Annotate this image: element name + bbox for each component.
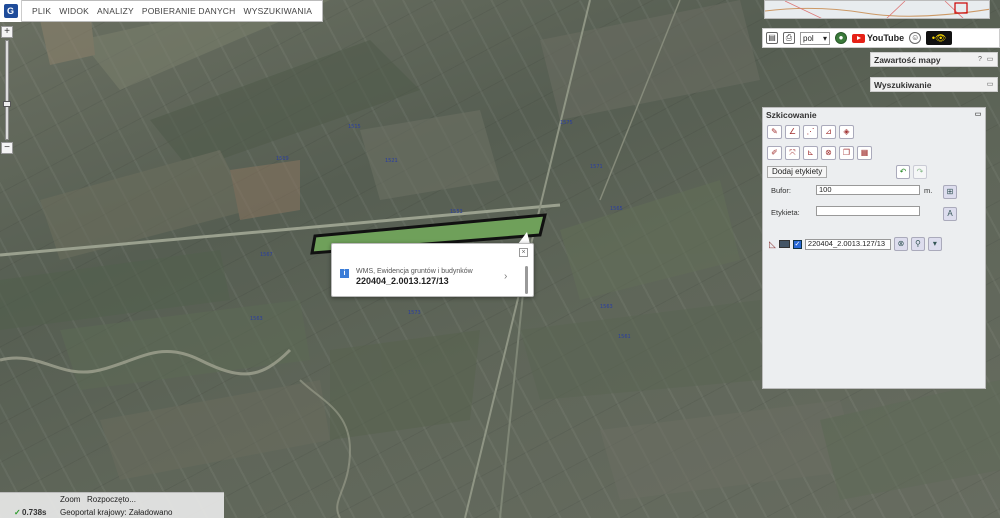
youtube-label: YouTube [867, 33, 905, 43]
add-labels-button[interactable]: Dodaj etykiety [767, 166, 828, 178]
sketch-panel-header: Szkicowanie ▭ [763, 108, 985, 122]
status-zoom: Zoom [60, 495, 81, 504]
status-bar: Zoom Rozpoczęto... ✓ 0.738s Geoportal kr… [0, 492, 224, 518]
buffer-input[interactable]: 100 [816, 185, 920, 195]
overview-map[interactable] [764, 0, 990, 19]
item-zoom-icon[interactable]: ⚲ [910, 237, 925, 251]
zoom-in-icon[interactable]: + [1, 26, 13, 38]
sketch-tools-row-1: ✎ ∠ ⋰ ⊿ ◈ [767, 125, 854, 139]
item-menu-icon[interactable]: ▾ [927, 237, 942, 251]
accessibility-icon[interactable]: ☺ [909, 32, 922, 44]
search-panel-header[interactable]: Wyszukiwanie ▭ [870, 77, 998, 92]
info-icon: i [340, 269, 349, 278]
help-icon[interactable]: ? [976, 56, 984, 64]
draw-polyline-icon[interactable]: ⋰ [803, 125, 818, 139]
main-menu: PLIK WIDOK ANALIZY POBIERANIE DANYCH WYS… [22, 0, 324, 22]
popup-parcel-id: 220404_2.0013.127/13 [356, 276, 449, 286]
geoportal-logo-icon: G [3, 4, 18, 18]
language-value: pol [803, 33, 814, 43]
search-title: Wyszukiwanie [874, 79, 932, 90]
minimize-icon[interactable]: ▭ [974, 111, 982, 119]
label-input[interactable] [816, 206, 920, 216]
buffer-unit: m. [924, 186, 933, 195]
popup-scrollbar[interactable] [525, 266, 528, 294]
sketch-item-name[interactable]: 220404_2.0013.127/13 [804, 238, 891, 250]
zoom-slider-thumb[interactable] [3, 101, 11, 107]
menu-item-wyszukiwania[interactable]: WYSZUKIWANIA [244, 6, 313, 16]
draw-point-icon[interactable]: ✎ [767, 125, 782, 139]
parcel-label: 1521 [385, 158, 398, 164]
move-icon[interactable]: ⤧ [785, 146, 800, 160]
redo-icon[interactable]: ↷ [913, 165, 927, 179]
draw-line-icon[interactable]: ∠ [785, 125, 800, 139]
zoom-control: + − [1, 26, 13, 158]
feature-info-popup: × i WMS, Ewidencja gruntów i budynków 22… [331, 243, 534, 297]
youtube-link[interactable]: YouTube [852, 33, 904, 43]
menu-item-plik[interactable]: PLIK [32, 6, 51, 16]
print-icon[interactable]: ⎙ [783, 32, 795, 44]
measure-icon[interactable]: ⊾ [803, 146, 818, 160]
checkmark-icon: ✓ [14, 508, 21, 517]
minimize-icon[interactable]: ▭ [986, 56, 994, 64]
youtube-icon [852, 33, 865, 43]
apply-label-icon[interactable]: A [943, 207, 957, 221]
menu-item-analizy[interactable]: ANALIZY [97, 6, 134, 16]
status-source: Geoportal krajowy: Załadowano [60, 508, 173, 517]
buffer-label: Bufor: [771, 186, 792, 195]
edit-icon[interactable]: ✐ [767, 146, 782, 160]
app-logo[interactable]: G [0, 0, 22, 22]
status-loading: Rozpoczęto... [87, 495, 136, 504]
paste-icon[interactable]: ▦ [857, 146, 872, 160]
map-contents-title: Zawartość mapy [874, 54, 941, 65]
draw-polygon-icon[interactable]: ⊿ [821, 125, 836, 139]
label-label: Etykieta: [771, 208, 800, 217]
undo-icon[interactable]: ↶ [896, 165, 910, 179]
menu-bar: G PLIK WIDOK ANALIZY POBIERANIE DANYCH W… [0, 0, 324, 22]
popup-source: WMS, Ewidencja gruntów i budynków [356, 268, 473, 275]
item-style-icon[interactable]: ⊗ [893, 237, 908, 251]
language-select[interactable]: pol ▾ [800, 31, 830, 45]
draw-shape-icon[interactable]: ◈ [839, 125, 854, 139]
zoom-out-icon[interactable]: − [1, 142, 13, 154]
sketch-panel: Szkicowanie ▭ ✎ ∠ ⋰ ⊿ ◈ ✐ ⤧ ⊾ ⊗ ❐ ▦ Doda… [762, 107, 986, 389]
parcel-label: 1553 [450, 209, 463, 215]
parcel-label: 1563 [600, 304, 613, 310]
parcel-label: 1567 [260, 252, 273, 258]
overview-map-graphic [765, 1, 989, 18]
parcel-label: 1575 [560, 120, 573, 126]
item-checkbox[interactable]: ✓ [792, 239, 802, 249]
status-time: 0.738s [22, 508, 47, 517]
sketch-title: Szkicowanie [766, 110, 817, 120]
parcel-label: 1515 [348, 124, 361, 130]
delete-icon[interactable]: ⊗ [821, 146, 836, 160]
parcel-label: 1563 [250, 316, 263, 322]
document-icon[interactable]: ▤ [766, 32, 778, 44]
globe-icon[interactable]: ● [835, 32, 847, 44]
parcel-label: 1565 [610, 206, 623, 212]
copy-icon[interactable]: ❐ [839, 146, 854, 160]
parcel-label: 1571 [590, 164, 603, 170]
close-icon[interactable]: × [519, 248, 528, 257]
eye-icon[interactable]: •👁 [926, 31, 953, 45]
parcel-label: 1573 [408, 310, 421, 316]
menu-item-widok[interactable]: WIDOK [59, 6, 89, 16]
sketch-tools-row-2: ✐ ⤧ ⊾ ⊗ ❐ ▦ [767, 146, 872, 160]
color-swatch[interactable] [778, 240, 790, 248]
map-contents-panel-header[interactable]: Zawartość mapy ? ▭ [870, 52, 998, 67]
menu-item-pobieranie[interactable]: POBIERANIE DANYCH [142, 6, 236, 16]
buffer-icon[interactable]: ⊞ [943, 185, 957, 199]
chevron-right-icon[interactable]: › [504, 271, 507, 282]
parcel-label: 1519 [276, 156, 289, 162]
chevron-down-icon: ▾ [822, 33, 827, 43]
zoom-slider[interactable] [3, 40, 11, 140]
top-toolbar: ▤ ⎙ pol ▾ ● YouTube ☺ •👁 [762, 28, 1000, 48]
sketch-item-row: ◺ ✓ 220404_2.0013.127/13 ⊗ ⚲ ▾ [769, 237, 942, 251]
polygon-icon: ◺ [769, 238, 776, 249]
parcel-label: 1561 [618, 334, 631, 340]
minimize-icon[interactable]: ▭ [986, 81, 994, 89]
